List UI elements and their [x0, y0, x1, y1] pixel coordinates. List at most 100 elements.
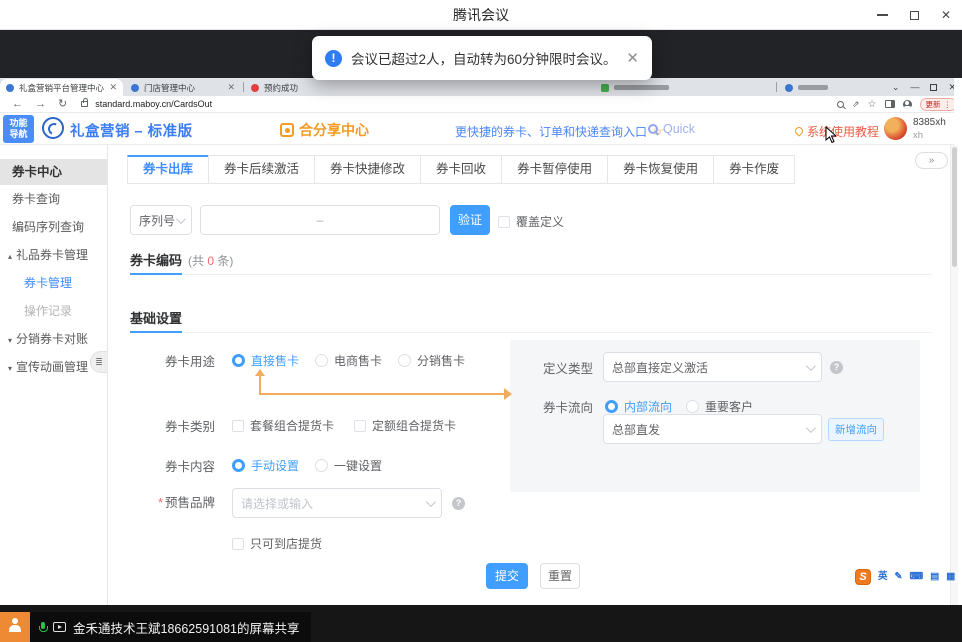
flow-select[interactable]: 总部直发 [603, 414, 822, 444]
definition-type-row: 定义类型 总部直接定义激活 ? [510, 352, 843, 382]
page-scrollbar[interactable] [950, 145, 958, 605]
avatar[interactable] [884, 117, 907, 140]
tab-close-icon[interactable]: ✕ [227, 82, 235, 93]
quick-search-button[interactable]: Quick [648, 122, 695, 136]
override-define-checkbox[interactable]: 覆盖定义 [498, 213, 564, 230]
menu-dots-icon: ⋮ [944, 100, 952, 109]
radio-one-click-setup[interactable]: 一键设置 [315, 457, 382, 474]
serial-range-input[interactable]: – [200, 205, 440, 235]
meeting-window-title: 腾讯会议 [0, 0, 962, 30]
quick-entry-link[interactable]: 更快捷的券卡、订单和快递查询入口 ☞ [455, 123, 665, 140]
tab-card-resume[interactable]: 券卡恢复使用 [607, 155, 714, 184]
checkbox-combo-pickup-card[interactable]: 套餐组合提货卡 [232, 417, 334, 434]
minimize-button[interactable] [866, 0, 898, 30]
tab-card-outbound[interactable]: 券卡出库 [127, 155, 209, 184]
browser-tab-partial[interactable] [595, 79, 773, 96]
submit-button[interactable]: 提交 [486, 563, 528, 589]
ime-keyboard-icon[interactable]: ⌨ [909, 572, 923, 582]
ime-toolbar: S 英 ✎ ⌨ ▤ ▦ ✚ [855, 567, 962, 586]
browser-maximize-icon[interactable] [930, 84, 937, 91]
sidebar-item-operation-log[interactable]: 操作记录 [0, 297, 107, 325]
bookmark-star-icon[interactable]: ☆ [868, 99, 877, 110]
banner-text: 会议已超过2人，自动转为60分钟限时会议。 [351, 48, 617, 68]
browser-minimize-icon[interactable]: — [910, 83, 919, 92]
back-icon[interactable]: ← [12, 99, 23, 110]
browser-tab-partial[interactable] [779, 79, 861, 96]
radio-important-customer[interactable]: 重要客户 [686, 398, 753, 415]
ime-language-toggle[interactable]: 英 [878, 572, 888, 582]
sidebar-item-card-query[interactable]: 券卡查询 [0, 185, 107, 213]
radio-icon [315, 354, 328, 367]
radio-manual-setup[interactable]: 手动设置 [232, 457, 299, 474]
tab-separator [243, 82, 244, 92]
tab-card-later-activate[interactable]: 券卡后续激活 [208, 155, 315, 184]
presale-brand-select[interactable]: 请选择或输入 [232, 488, 442, 518]
radio-ecommerce-sale[interactable]: 电商售卡 [315, 352, 382, 369]
maximize-button[interactable] [898, 0, 930, 30]
card-action-tabs: 券卡出库 券卡后续激活 券卡快捷修改 券卡回收 券卡暂停使用 券卡恢复使用 券卡… [128, 155, 795, 184]
zoom-icon[interactable] [837, 101, 844, 108]
radio-direct-sale[interactable]: 直接售卡 [232, 352, 299, 369]
ime-pen-icon[interactable]: ✎ [895, 572, 903, 582]
radio-icon [232, 459, 245, 472]
meeting-bottom-bar: 金禾通技术王斌18662591081的屏幕共享 [0, 605, 962, 642]
minimize-icon [877, 14, 888, 16]
section-underline [130, 332, 932, 333]
radio-icon [686, 400, 699, 413]
add-flow-button[interactable]: 新增流向 [828, 418, 884, 441]
checkbox-icon [354, 420, 366, 432]
scrollbar-thumb[interactable] [952, 147, 957, 267]
sidebar-item-card-mgmt[interactable]: 券卡管理 [0, 269, 107, 297]
sidebar-item-code-sequence-query[interactable]: 编码序列查询 [0, 213, 107, 241]
sidebar-group-distribution-reconcile[interactable]: 分销券卡对账 [0, 325, 107, 353]
sidebar-group-gift-card-mgmt[interactable]: 礼品券卡管理 [0, 241, 107, 269]
tab-card-recycle[interactable]: 券卡回收 [420, 155, 502, 184]
microphone-icon[interactable] [39, 622, 46, 633]
profile-icon[interactable] [903, 100, 912, 109]
basic-settings-section-header: 基础设置 [130, 308, 932, 333]
sidebar: 券卡中心 券卡查询 编码序列查询 礼品券卡管理 券卡管理 操作记录 分销券卡对账… [0, 145, 108, 605]
browser-update-button[interactable]: 更新 ⋮ [920, 98, 958, 111]
refresh-icon[interactable]: ↻ [58, 99, 67, 110]
tab-card-suspend[interactable]: 券卡暂停使用 [501, 155, 608, 184]
code-count: (共 0 条) [188, 252, 233, 269]
definition-type-select[interactable]: 总部直接定义激活 [603, 352, 822, 382]
share-icon[interactable]: ⇗ [852, 99, 860, 110]
meeting-app-tile[interactable] [0, 612, 30, 642]
serial-type-select[interactable]: 序列号 [130, 205, 192, 235]
browser-tab-store-admin[interactable]: 门店管理中心 ✕ [125, 79, 241, 96]
ime-grid-icon[interactable]: ▦ [946, 572, 955, 582]
function-nav-button[interactable]: 功能 导航 [3, 115, 34, 143]
ime-logo-icon[interactable]: S [855, 569, 871, 585]
browser-tab-gift-admin[interactable]: 礼盒营销平台管理中心 ✕ [0, 79, 123, 96]
panel-collapse-button[interactable]: » [915, 152, 948, 169]
browser-addressbar: ← → ↻ standard.maboy.cn/CardsOut ⇗ ☆ 更新 … [0, 96, 962, 113]
card-category-row: 券卡类别 套餐组合提货卡 定额组合提货卡 [108, 416, 456, 435]
browser-tab-booking[interactable]: 预约成功 [245, 79, 340, 96]
close-button[interactable]: ✕ [930, 0, 962, 30]
checkbox-icon [232, 538, 244, 550]
radio-distribution-sale[interactable]: 分销售卡 [398, 352, 465, 369]
banner-close-icon[interactable]: ✕ [626, 51, 639, 66]
help-icon[interactable]: ? [830, 361, 843, 374]
checkbox-store-pickup-only[interactable]: 只可到店提货 [232, 535, 322, 552]
url-text[interactable]: standard.maboy.cn/CardsOut [95, 99, 212, 109]
chevron-down-icon[interactable]: ⌄ [892, 83, 900, 92]
tutorial-link[interactable]: 系统使用教程 [795, 123, 879, 140]
share-center-link[interactable]: 合分享中心 [280, 120, 369, 140]
window-controls: ✕ [866, 0, 962, 30]
tab-card-void[interactable]: 券卡作废 [713, 155, 795, 184]
radio-internal-flow[interactable]: 内部流向 [605, 398, 672, 415]
verify-button[interactable]: 验证 [450, 205, 490, 235]
tab-close-icon[interactable]: ✕ [109, 82, 117, 93]
help-icon[interactable]: ? [452, 497, 465, 510]
tab-card-quick-edit[interactable]: 券卡快捷修改 [314, 155, 421, 184]
reset-button[interactable]: 重置 [540, 563, 580, 589]
section-title: 券卡编码 [130, 250, 182, 269]
sidebar-collapse-handle[interactable]: ≣ [90, 351, 107, 373]
checkbox-fixed-combo-pickup-card[interactable]: 定额组合提货卡 [354, 417, 456, 434]
side-panel-icon[interactable] [885, 100, 895, 108]
ime-skin-icon[interactable]: ▤ [930, 572, 939, 582]
forward-icon[interactable]: → [35, 99, 46, 110]
connector-arrowhead-right [504, 388, 512, 400]
